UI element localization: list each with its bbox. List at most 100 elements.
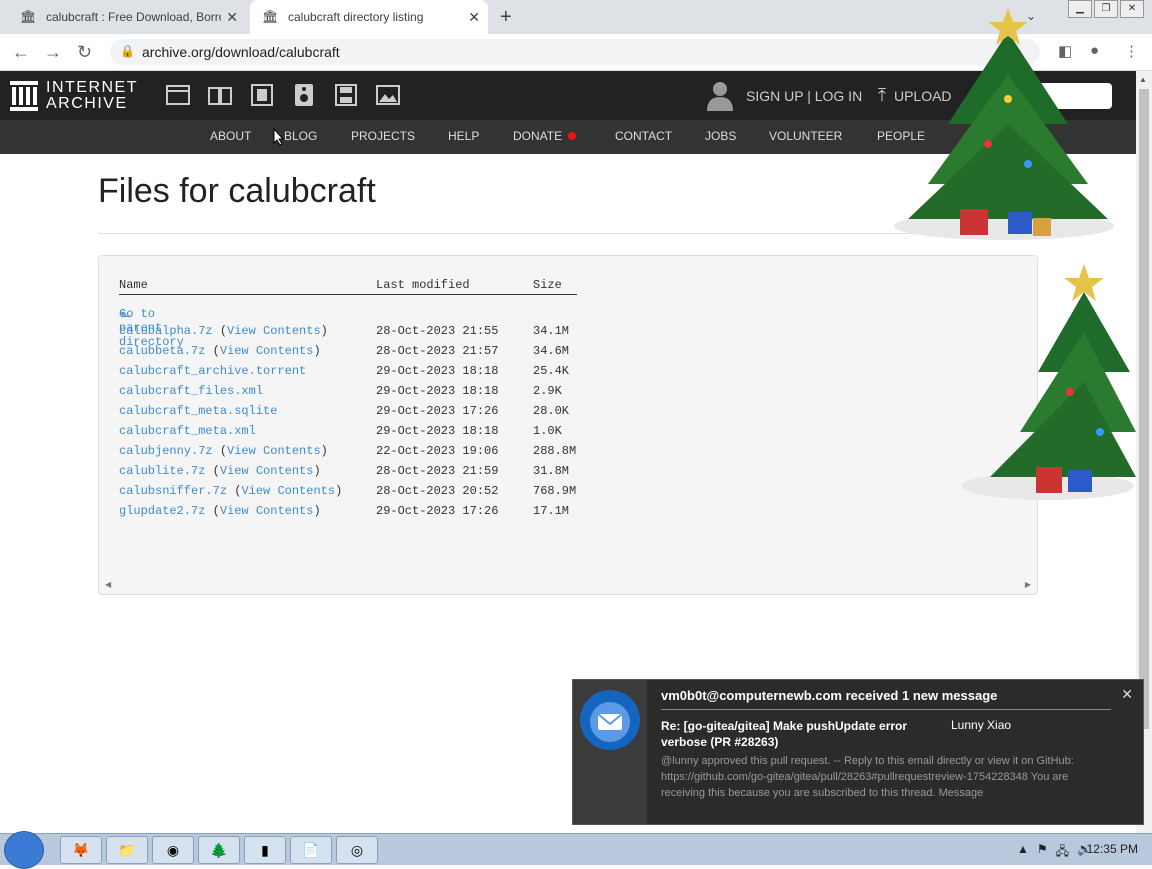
parent-directory-row: ⬑ Go to parent directory	[119, 301, 577, 349]
menu-icon[interactable]: ⋮	[1124, 42, 1139, 60]
notification-title: vm0b0t@computernewb.com received 1 new m…	[661, 688, 998, 703]
file-link[interactable]: calubalpha.7z	[119, 324, 213, 338]
file-size-cell: 31.8M	[533, 464, 570, 478]
close-tab-icon[interactable]: ✕	[226, 9, 238, 26]
archive-favicon-icon: 🏛	[20, 9, 37, 24]
flag-icon[interactable]: ⚑	[1037, 842, 1048, 863]
signup-login-label: SIGN UP | LOG IN	[746, 88, 863, 104]
file-name-cell: calubcraft_meta.xml	[119, 424, 256, 438]
start-button[interactable]	[4, 831, 44, 869]
christmas-tree-decoration	[894, 8, 1114, 240]
nav-blog[interactable]: BLOG	[284, 129, 317, 143]
horizontal-scrollbar[interactable]: ◀ ▶	[105, 580, 1031, 590]
file-size-cell: 288.8M	[533, 444, 577, 458]
col-modified: Last modified	[376, 278, 470, 292]
nav-help[interactable]: HELP	[448, 129, 479, 143]
nav-volunteer[interactable]: VOLUNTEER	[769, 129, 842, 143]
video-icon[interactable]	[250, 84, 274, 106]
file-link[interactable]: calubcraft_archive.torrent	[119, 364, 306, 378]
nav-jobs[interactable]: JOBS	[705, 129, 736, 143]
user-icon	[707, 82, 733, 111]
clock[interactable]: 12:35 PM	[1087, 842, 1138, 856]
forward-icon[interactable]: →	[44, 42, 62, 63]
file-table: Name Last modified Size ⬑ Go to parent d…	[119, 276, 577, 521]
signup-login-link[interactable]: SIGN UP | LOG IN	[706, 81, 862, 111]
file-name-cell: calubcraft_archive.torrent	[119, 364, 306, 378]
reload-icon[interactable]: ↻	[77, 42, 92, 63]
notepad-taskbar-icon[interactable]: 📄	[290, 836, 332, 864]
view-contents-link[interactable]: View Contents	[220, 344, 314, 358]
file-name-cell: calublite.7z (View Contents)	[119, 464, 321, 478]
audio-icon[interactable]	[292, 84, 316, 106]
scroll-right-icon[interactable]: ▶	[1025, 580, 1031, 589]
directory-listing: Name Last modified Size ⬑ Go to parent d…	[98, 255, 1038, 595]
software-icon[interactable]	[334, 84, 358, 106]
web-icon[interactable]	[166, 84, 190, 106]
close-notification-icon[interactable]: ✕	[1121, 686, 1133, 703]
tab-calubcraft-details[interactable]: 🏛 calubcraft : Free Download, Borro ✕	[8, 0, 246, 34]
file-link[interactable]: calubsniffer.7z	[119, 484, 227, 498]
firefox-taskbar-icon[interactable]: 🦊	[60, 836, 102, 864]
tab-directory-listing[interactable]: 🏛 calubcraft directory listing ✕	[250, 0, 488, 34]
lock-icon[interactable]: 🔒	[120, 44, 135, 58]
close-tab-icon[interactable]: ✕	[468, 9, 480, 26]
chrome-taskbar-icon[interactable]: ◉	[152, 836, 194, 864]
view-contents-link[interactable]: View Contents	[220, 464, 314, 478]
file-modified-cell: 29-Oct-2023 18:18	[376, 384, 499, 398]
nav-contact[interactable]: CONTACT	[615, 129, 672, 143]
tree-app-taskbar-icon[interactable]: 🌲	[198, 836, 240, 864]
explorer-taskbar-icon[interactable]: 📁	[106, 836, 148, 864]
file-modified-cell: 29-Oct-2023 18:18	[376, 424, 499, 438]
file-size-cell: 768.9M	[533, 484, 577, 498]
table-row: calublite.7z (View Contents) 28-Oct-2023 …	[119, 461, 577, 481]
system-tray: ▲ ⚑ 🖧 🔊	[1017, 842, 1092, 863]
file-link[interactable]: calubjenny.7z	[119, 444, 213, 458]
tray-expand-icon[interactable]: ▲	[1017, 842, 1029, 863]
view-contents-link[interactable]: View Contents	[227, 444, 321, 458]
app-taskbar-icon[interactable]: ▮	[244, 836, 286, 864]
archive-favicon-icon: 🏛	[262, 9, 279, 24]
file-name-cell: calubbeta.7z (View Contents)	[119, 344, 321, 358]
notification-subject: Re: [go-gitea/gitea] Make pushUpdate err…	[661, 719, 908, 749]
nav-donate-label: DONATE	[513, 129, 563, 143]
scroll-left-icon[interactable]: ◀	[105, 580, 111, 589]
email-notification[interactable]: vm0b0t@computernewb.com received 1 new m…	[572, 679, 1144, 825]
file-link[interactable]: calubcraft_files.xml	[119, 384, 263, 398]
file-link[interactable]: calublite.7z	[119, 464, 205, 478]
notification-sender: Lunny Xiao	[951, 718, 1012, 732]
file-modified-cell: 28-Oct-2023 21:55	[376, 324, 499, 338]
ia-logo[interactable]: INTERNET ARCHIVE	[10, 80, 138, 112]
view-contents-link[interactable]: View Contents	[220, 504, 314, 518]
texts-icon[interactable]	[208, 84, 232, 106]
view-contents-link[interactable]: View Contents	[241, 484, 335, 498]
heart-icon	[568, 132, 577, 140]
file-link[interactable]: glupdate2.7z	[119, 504, 205, 518]
upload-icon: ⤒	[878, 85, 886, 105]
back-icon[interactable]: ←	[12, 42, 30, 63]
file-size-cell: 34.6M	[533, 344, 570, 358]
file-link[interactable]: calubbeta.7z	[119, 344, 205, 358]
table-header: Name Last modified Size	[119, 276, 577, 295]
scroll-up-icon[interactable]: ▲	[1139, 75, 1147, 84]
file-link[interactable]: calubcraft_meta.sqlite	[119, 404, 277, 418]
view-contents-link[interactable]: View Contents	[227, 324, 321, 338]
images-icon[interactable]	[376, 84, 400, 106]
table-row: calubcraft_files.xml 29-Oct-2023 18:18 2.9…	[119, 381, 577, 401]
file-size-cell: 28.0K	[533, 404, 570, 418]
nav-donate[interactable]: DONATE	[513, 129, 577, 143]
table-row: calubbeta.7z (View Contents) 28-Oct-2023 …	[119, 341, 577, 361]
app2-taskbar-icon[interactable]: ◎	[336, 836, 378, 864]
file-name-cell: glupdate2.7z (View Contents)	[119, 504, 321, 518]
scrollbar-thumb[interactable]	[1139, 89, 1149, 729]
nav-about[interactable]: ABOUT	[210, 129, 251, 143]
page-title: Files for calubcraft	[98, 172, 376, 210]
mouse-cursor-icon	[273, 128, 285, 146]
file-link[interactable]: calubcraft_meta.xml	[119, 424, 256, 438]
nav-projects[interactable]: PROJECTS	[351, 129, 415, 143]
table-row: calubalpha.7z (View Contents) 28-Oct-2023…	[119, 321, 577, 341]
network-icon[interactable]: 🖧	[1056, 842, 1069, 863]
file-name-cell: calubalpha.7z (View Contents)	[119, 324, 328, 338]
close-window-icon[interactable]: ✕	[1120, 0, 1144, 18]
new-tab-icon[interactable]: +	[500, 6, 512, 29]
file-modified-cell: 29-Oct-2023 17:26	[376, 404, 499, 418]
